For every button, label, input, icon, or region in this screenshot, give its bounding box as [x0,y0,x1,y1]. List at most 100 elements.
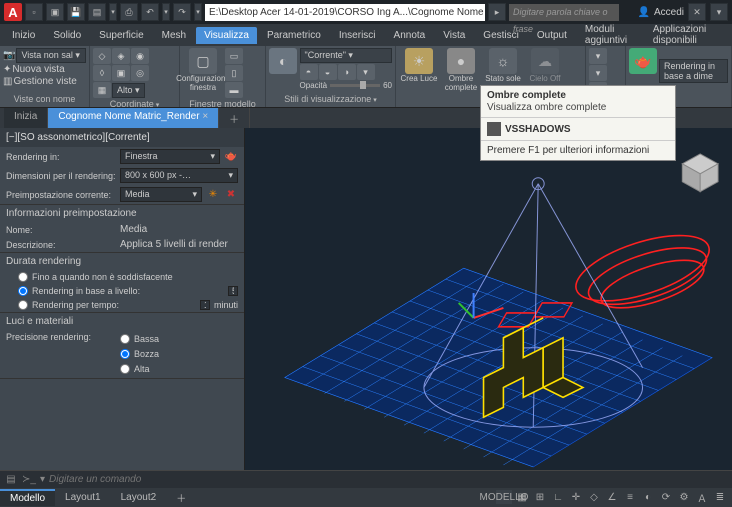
user-icon[interactable]: 👤 [638,7,650,18]
vs-c-icon[interactable]: ◑ [338,64,356,80]
sky-off-button[interactable]: ☁Cielo Off [525,48,565,84]
radio-until-satisfied[interactable]: Fino a quando non è soddisfacente [0,270,244,284]
view-unsaved-dropdown[interactable]: Vista non sal ▾ [16,48,86,63]
tab-gestisci[interactable]: Gestisci [475,27,527,44]
tab-applicazioni[interactable]: Applicazioni disponibili [645,21,728,49]
tab-superficie[interactable]: Superficie [91,27,151,44]
shadow-icon: ● [447,48,475,74]
tab-moduli[interactable]: Moduli aggiuntivi [577,21,643,49]
tab-output[interactable]: Output [529,27,575,44]
visual-style-dropdown[interactable]: "Corrente" ▾ [300,48,392,63]
alt-dropdown[interactable]: Alto ▾ [112,83,145,98]
viewport-label[interactable]: [−][SO assonometrico][Corrente] [0,128,244,147]
time-input[interactable] [200,300,210,310]
tab-parametrico[interactable]: Parametrico [259,27,329,44]
mat-b-icon[interactable]: ▾ [589,65,607,81]
ucs-icon[interactable]: ◇ [93,48,111,64]
ucs6-icon[interactable]: ◎ [131,65,149,81]
precision-low[interactable]: Bassa [120,332,165,346]
view-manager-button[interactable]: Gestione viste [13,76,76,87]
tab-inizio[interactable]: Inizio [4,27,43,44]
ucs4-icon[interactable]: ◊ [93,65,111,81]
qat-new-icon[interactable]: ▫ [25,3,43,21]
app-logo[interactable]: A [4,3,22,21]
layout-tab-2[interactable]: Layout2 [111,490,167,505]
preset-dropdown[interactable]: Media▾ [120,187,202,202]
render-dim-dropdown[interactable]: 800 x 600 px -…▾ [120,168,238,183]
tab-mesh[interactable]: Mesh [154,27,194,44]
layout-tab-model[interactable]: Modello [0,489,55,506]
ucs2-icon[interactable]: ◈ [112,48,130,64]
command-input[interactable] [49,474,249,485]
close-tab-icon[interactable]: × [202,111,208,122]
sun-state-button[interactable]: ☼Stato sole [483,48,523,84]
tab-annota[interactable]: Annota [386,27,434,44]
vs-b-icon[interactable]: ◒ [319,64,337,80]
vs-a-icon[interactable]: ◓ [300,64,318,80]
doc-tab-file[interactable]: Cognome Nome Matric_Render × [48,108,219,128]
ucs7-icon[interactable]: ▦ [93,82,111,98]
help-dd-icon[interactable]: ▾ [710,3,728,21]
model-viewport[interactable] [245,128,732,470]
vp-restore-icon[interactable]: ▬ [225,82,243,98]
vp-join-icon[interactable]: ▭ [225,48,243,64]
tab-solido[interactable]: Solido [45,27,89,44]
signin-label[interactable]: Accedi [654,7,684,18]
viewport-config-button[interactable]: ▢ Configurazione finestra [183,48,223,93]
doc-tab-start[interactable]: Inizia [4,108,48,128]
precision-high[interactable]: Alta [120,362,165,376]
new-view-button[interactable]: Nuova vista [12,64,64,75]
preset-new-icon[interactable]: ✳ [206,188,220,202]
vs-icon: ◐ [269,48,297,74]
newview-icon: ✦ [3,64,11,75]
shadows-button[interactable]: ●Ombre complete [441,48,481,93]
qat-dd-icon[interactable]: ▾ [109,3,117,21]
vp-named-icon[interactable]: ▯ [225,65,243,81]
render-button[interactable]: 🫖 [629,48,657,74]
qat-open-icon[interactable]: ▣ [46,3,64,21]
opacity-slider[interactable] [330,84,380,87]
create-light-button[interactable]: ☀Crea Luce [399,48,439,84]
qat-redo-icon[interactable]: ↷ [173,3,191,21]
render-mode-dropdown[interactable]: Rendering in base a dime [659,59,728,83]
preset-del-icon[interactable]: ✖ [224,188,238,202]
layout-tab-1[interactable]: Layout1 [55,490,111,505]
qat-saveas-icon[interactable]: ▤ [88,3,106,21]
qat-plot-icon[interactable]: ⎙ [120,3,138,21]
teapot-icon: 🫖 [629,48,657,74]
tab-inserisci[interactable]: Inserisci [331,27,384,44]
ucs5-icon[interactable]: ▣ [112,65,130,81]
precision-label: Precisione rendering: [6,332,116,342]
qat-save-icon[interactable]: 💾 [67,3,85,21]
qat-undo-dd-icon[interactable]: ▾ [162,3,170,21]
visual-style-button[interactable]: ◐ [269,48,298,74]
name-value: Media [120,224,238,235]
group-label: Coordinate▾ [93,98,176,110]
search-input[interactable]: Digitare parola chiave o frase [509,4,619,21]
search-go-icon[interactable]: ▸ [488,3,506,21]
opacity-value: 60 [383,81,392,90]
section-lights-materials: Luci e materiali [0,313,244,330]
layout-add-button[interactable]: ＋ [166,488,196,507]
render-in-dropdown[interactable]: Finestra▾ [120,149,220,164]
radio-by-level[interactable]: Rendering in base a livello: [0,284,244,298]
new-tab-button[interactable]: ＋ [219,108,250,128]
tab-vista[interactable]: Vista [435,27,473,44]
exchange-icon[interactable]: ✕ [688,3,706,21]
tooltip-popup: Ombre complete Visualizza ombre complete… [480,85,676,161]
mat-a-icon[interactable]: ▾ [589,48,607,64]
opacity-label: Opacità [300,81,328,90]
precision-draft[interactable]: Bozza [120,347,165,361]
qat-undo-icon[interactable]: ↶ [141,3,159,21]
radio-by-time[interactable]: Rendering per tempo:minuti [0,298,244,312]
ucs3-icon[interactable]: ◉ [131,48,149,64]
render-now-icon[interactable]: 🫖 [224,150,238,164]
light-icon: ☀ [405,48,433,74]
qat-redo-dd-icon[interactable]: ▾ [194,3,202,21]
cmd-history-icon[interactable]: ▤ [4,473,18,487]
level-input[interactable] [228,286,238,296]
vs-d-icon[interactable]: ▾ [357,64,375,80]
tab-visualizza[interactable]: Visualizza [196,27,257,44]
section-duration: Durata rendering [0,253,244,270]
command-bar: ▤ ≻_ ▾ [0,470,732,488]
